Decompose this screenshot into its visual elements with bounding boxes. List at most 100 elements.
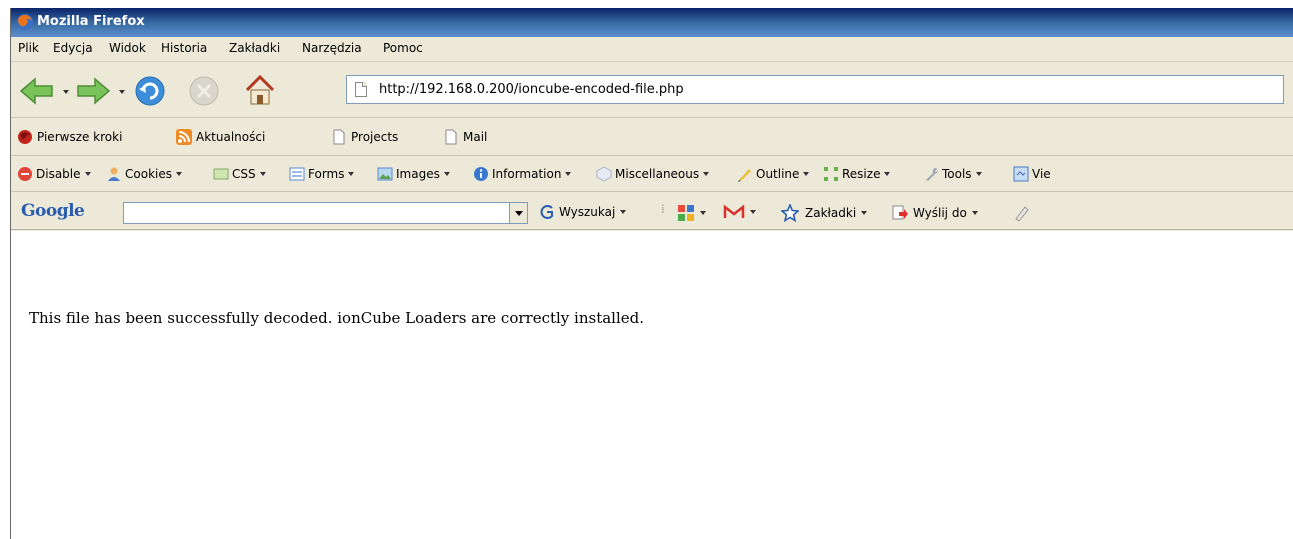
- navigation-toolbar: http://192.168.0.200/ioncube-encoded-fil…: [11, 62, 1293, 118]
- address-bar[interactable]: http://192.168.0.200/ioncube-encoded-fil…: [346, 75, 1284, 104]
- gadgets-icon: [678, 205, 694, 221]
- dev-miscellaneous-menu[interactable]: Miscellaneous: [596, 166, 710, 182]
- bookmark-label: Pierwsze kroki: [37, 130, 123, 144]
- dev-tools-menu[interactable]: Tools: [923, 166, 982, 182]
- page-content: This file has been successfully decoded.…: [11, 231, 1293, 539]
- dev-label: Miscellaneous: [615, 167, 700, 181]
- dev-label: Resize: [842, 167, 881, 181]
- back-arrow-icon[interactable]: [19, 76, 55, 106]
- menu-pomoc[interactable]: Pomoc: [383, 41, 423, 55]
- menu-edycja[interactable]: Edycja: [53, 41, 93, 55]
- dev-label: Outline: [756, 167, 800, 181]
- chevron-down-icon: [259, 172, 266, 176]
- google-search-button[interactable]: Wyszukaj: [539, 204, 627, 220]
- cookies-icon: [108, 167, 120, 181]
- highlight-button[interactable]: [1013, 204, 1031, 222]
- menu-zakladki[interactable]: Zakładki: [229, 41, 280, 55]
- title-bar: Mozilla Firefox: [11, 8, 1293, 37]
- chevron-down-icon: [84, 172, 91, 176]
- dev-label: Cookies: [125, 167, 172, 181]
- menu-widok[interactable]: Widok: [109, 41, 146, 55]
- dev-disable-menu[interactable]: Disable: [17, 166, 91, 182]
- star-icon: [781, 204, 799, 222]
- stop-icon[interactable]: [187, 74, 221, 108]
- bookmark-pierwsze-kroki[interactable]: Pierwsze kroki: [17, 129, 122, 145]
- gmail-button[interactable]: [723, 204, 756, 220]
- chevron-down-icon: [884, 172, 891, 176]
- menu-narzedzia[interactable]: Narzędzia: [302, 41, 362, 55]
- google-search-box[interactable]: [123, 202, 528, 224]
- view-source-icon: [1013, 166, 1029, 182]
- chevron-down-icon: [750, 210, 756, 214]
- dev-outline-menu[interactable]: Outline: [737, 166, 810, 182]
- chevron-down-icon: [175, 172, 182, 176]
- bookmark-aktualnosci[interactable]: Aktualności: [176, 129, 265, 145]
- chevron-down-icon: [975, 172, 982, 176]
- google-search-label: Wyszukaj: [559, 205, 616, 219]
- dev-view-source-menu[interactable]: Vie: [1013, 166, 1051, 182]
- chevron-down-icon: [803, 172, 810, 176]
- css-icon: [213, 168, 229, 180]
- chevron-down-icon: [565, 172, 572, 176]
- menu-plik[interactable]: Plik: [18, 41, 39, 55]
- google-bookmarks-label: Zakładki: [805, 206, 857, 220]
- chevron-down-icon: [861, 211, 868, 215]
- send-to-button[interactable]: Wyślij do: [891, 204, 978, 222]
- page-message: This file has been successfully decoded.…: [29, 309, 645, 327]
- firefox-red-icon: [18, 130, 32, 144]
- window-title: Mozilla Firefox: [37, 14, 145, 29]
- google-logo: Google: [21, 201, 85, 221]
- disable-icon: [18, 167, 32, 181]
- dev-label: Images: [396, 167, 440, 181]
- forward-arrow-icon[interactable]: [75, 76, 111, 106]
- images-icon: [377, 167, 393, 181]
- bookmark-projects[interactable]: Projects: [331, 129, 398, 145]
- resize-icon: [824, 167, 838, 181]
- rss-feed-icon: [176, 129, 192, 145]
- menu-historia[interactable]: Historia: [161, 41, 207, 55]
- google-toolbar: Google Wyszukaj ⁞ Zakładki Wyślij do: [11, 193, 1293, 230]
- dev-resize-menu[interactable]: Resize: [823, 166, 891, 182]
- developer-toolbar: Disable Cookies CSS Forms Images Informa…: [11, 157, 1293, 192]
- dev-images-menu[interactable]: Images: [377, 166, 450, 182]
- chevron-down-icon: [971, 211, 978, 215]
- home-icon[interactable]: [243, 72, 277, 108]
- search-history-dropdown[interactable]: [509, 203, 527, 223]
- pencil-icon: [1015, 206, 1029, 222]
- address-url[interactable]: http://192.168.0.200/ioncube-encoded-fil…: [379, 82, 684, 97]
- menu-bar: Plik Edycja Widok Historia Zakładki Narz…: [11, 37, 1293, 62]
- page-icon: [445, 129, 457, 145]
- dev-cookies-menu[interactable]: Cookies: [106, 166, 182, 182]
- dev-label: Forms: [308, 167, 345, 181]
- dev-css-menu[interactable]: CSS: [213, 166, 266, 182]
- dev-forms-menu[interactable]: Forms: [289, 166, 355, 182]
- google-gadgets-button[interactable]: [677, 204, 706, 222]
- gmail-icon: [723, 204, 745, 218]
- information-icon: [474, 167, 488, 181]
- dev-label: Vie: [1032, 167, 1051, 181]
- dev-label: Information: [492, 167, 562, 181]
- dev-label: CSS: [232, 167, 256, 181]
- chevron-down-icon: [348, 172, 355, 176]
- google-g-icon: [540, 205, 553, 219]
- back-dropdown-icon[interactable]: [63, 90, 69, 94]
- bookmarks-toolbar: Pierwsze kroki Aktualności Projects Mail: [11, 119, 1293, 156]
- toolbar-separator: ⁞: [661, 202, 665, 216]
- firefox-icon: [17, 14, 33, 30]
- chevron-down-icon: [703, 172, 710, 176]
- dev-label: Tools: [942, 167, 972, 181]
- bookmark-label: Mail: [463, 130, 488, 144]
- forward-dropdown-icon[interactable]: [119, 90, 125, 94]
- google-logo-text: Google: [21, 201, 85, 221]
- browser-window: Mozilla Firefox Plik Edycja Widok Histor…: [10, 8, 1293, 539]
- forms-icon: [289, 167, 305, 181]
- page-icon: [355, 82, 367, 97]
- dev-information-menu[interactable]: Information: [473, 166, 572, 182]
- page-icon: [333, 129, 345, 145]
- miscellaneous-icon: [596, 166, 612, 182]
- google-search-input[interactable]: [124, 203, 504, 223]
- bookmark-mail[interactable]: Mail: [443, 129, 487, 145]
- dev-label: Disable: [36, 167, 81, 181]
- google-bookmarks-button[interactable]: Zakładki: [781, 204, 868, 222]
- reload-icon[interactable]: [133, 74, 167, 108]
